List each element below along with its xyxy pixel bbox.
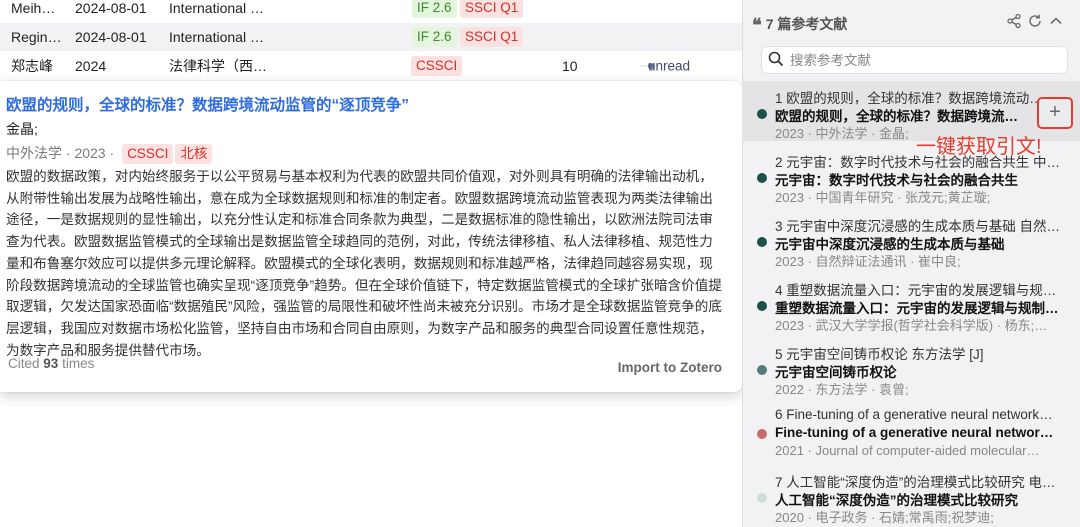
search-box[interactable] [761,46,1068,74]
status-dot [757,237,767,247]
search-icon [768,51,784,67]
journal-name: 中外法学 [6,145,62,161]
reference-title: Fine-tuning of a generative neural netwo… [775,425,1054,440]
meta-separator: · [109,145,115,161]
reference-item[interactable]: 3 元宇宙中深度沉浸感的生成本质与基础 自然… 元宇宙中深度沉浸感的生成本质与基… [742,209,1080,269]
count-cell: 10 [562,58,578,74]
refresh-icon[interactable] [1027,13,1043,33]
publication-cell: International … [169,29,264,45]
reference-citation: 7 人工智能“深度伪造”的治理模式比较研究 电… [775,475,1056,490]
status-dot [757,301,767,311]
reference-meta: 2023 · 武汉大学学报(哲学社会科学版) · 杨东;… [775,318,1048,333]
reference-meta: 2023 · 自然辩证法通讯 · 崔中良; [775,254,961,269]
card-abstract: 欧盟的数据政策，对内始终服务于以公平贸易与基本权利为代表的欧盟共同价值观，对外则… [6,169,722,358]
card-meta: 中外法学 · 2023 · CSSCI 北核 [6,143,213,164]
reference-heading: 篇参考文献 [777,16,848,32]
reference-title: 元宇宙空间铸币权论 [775,365,897,380]
reference-title: 元宇宙中深度沉浸感的生成本质与基础 [775,237,1005,252]
status-dot [757,493,767,503]
reference-citation: 1 欧盟的规则，全球的标准？数据跨境流动… [775,91,1043,106]
reference-citation: 4 重塑数据流量入口：元宇宙的发展逻辑与规… [775,283,1057,298]
table-row[interactable]: Regin… 2024-08-01 International … IF 2.6… [0,23,742,51]
reference-count: 7 [765,16,774,32]
author-cell: 郑志峰 [11,58,53,74]
card-title[interactable]: 欧盟的规则，全球的标准？数据跨境流动监管的“逐顶竞争” [6,93,409,115]
date-cell: 2024 [75,58,107,74]
reference-item[interactable]: 6 Fine-tuning of a generative neural net… [742,401,1080,461]
search-input[interactable] [790,50,1050,70]
import-to-zotero-button[interactable]: Import to Zotero [618,360,722,375]
index-tag: CSSCI [122,144,174,164]
impact-factor-tag: IF 2.6 [412,0,457,18]
reference-item[interactable]: 4 重塑数据流量入口：元宇宙的发展逻辑与规… 重塑数据流量入口：元宇宙的发展逻辑… [742,273,1080,333]
reference-citation: 6 Fine-tuning of a generative neural net… [775,407,1053,422]
index-tag: 北核 [175,144,213,164]
index-tag: CSSCI [411,56,463,76]
status-dot [757,109,767,119]
impact-factor-tag: IF 2.6 [412,27,457,47]
panel-header: ❝ 7 篇参考文献 [752,14,847,36]
index-tag: SSCI Q1 [460,27,524,47]
reference-meta: 2021 · Journal of computer-aided molecul… [775,443,1040,458]
author-cell: Meih… [11,0,56,16]
add-citation-button[interactable]: + [1037,97,1073,129]
reference-citation: 5 元宇宙空间铸币权论 东方法学 [J] [775,347,984,362]
reference-meta: 2022 · 东方法学 · 袁曾; [775,382,909,397]
reference-citation: 3 元宇宙中深度沉浸感的生成本质与基础 自然… [775,219,1061,234]
reference-title: 元宇宙：数字时代技术与社会的融合共生 [775,173,1018,188]
reference-meta: 2023 · 中国青年研究 · 张茂元;黄芷璇; [775,190,991,205]
meta-separator: · [65,145,71,161]
cited-prefix: Cited [8,356,40,371]
citation-count: Cited 93 times [8,356,94,371]
item-preview-card: 欧盟的规则，全球的标准？数据跨境流动监管的“逐顶竞争” 金晶; 中外法学 · 2… [0,81,742,392]
reference-title: 人工智能“深度伪造”的治理模式比较研究 [775,493,1018,508]
annotation-text: 一键获取引文! [916,136,1042,158]
references-panel: ❝7 篇参考文献 1 欧盟的规则，全球的标准？数据跨境流动… 欧盟的规则，全球的… [742,0,1080,527]
publication-cell: International … [169,0,264,16]
card-author: 金晶; [6,121,38,137]
unread-label: unread [648,58,691,74]
cited-suffix: times [62,356,95,371]
cited-number: 93 [43,356,59,371]
index-tag: SSCI Q1 [460,0,524,18]
reference-item[interactable]: 7 人工智能“深度伪造”的治理模式比较研究 电… 人工智能“深度伪造”的治理模式… [742,465,1080,525]
status-dot [757,173,767,183]
publication-year: 2023 [74,145,106,161]
reference-title: 欧盟的规则，全球的标准？数据跨境流动… [775,109,1031,124]
reference-item[interactable]: 5 元宇宙空间铸币权论 东方法学 [J] 元宇宙空间铸币权论 2022 · 东方… [742,337,1080,397]
status-dot [757,365,767,375]
unread-badge: unread [640,59,690,74]
date-cell: 2024-08-01 [75,29,147,45]
status-dot [757,429,767,439]
table-row[interactable]: 郑志峰 2024 法律科学（西… CSSCI 10 unread [0,52,742,80]
reference-meta: 2020 · 电子政务 · 石婧;常禹雨;祝梦迪; [775,510,994,525]
share-icon[interactable] [1006,13,1022,33]
table-row[interactable]: Meih… 2024-08-01 International … IF 2.6 … [0,0,742,22]
quote-icon: ❝ [752,15,762,36]
publication-cell: 法律科学（西… [169,58,267,74]
reference-title: 重塑数据流量入口：元宇宙的发展逻辑与规制… [775,301,1059,316]
date-cell: 2024-08-01 [75,0,147,16]
author-cell: Regin… [11,29,62,45]
collapse-icon[interactable] [1048,13,1064,33]
